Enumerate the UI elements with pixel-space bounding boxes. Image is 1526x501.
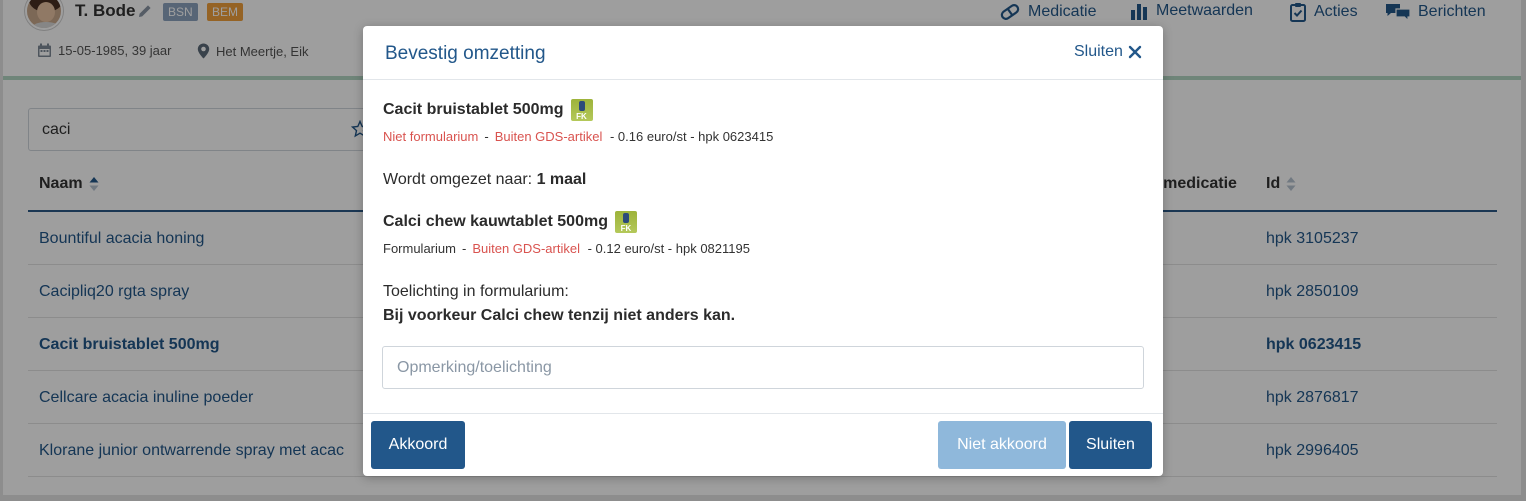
to-gds-status: Buiten GDS-artikel xyxy=(472,241,580,256)
close-button[interactable]: Sluiten xyxy=(1069,421,1152,469)
to-formulary-status: Formularium xyxy=(383,241,456,256)
dialog-close-label: Sluiten xyxy=(1074,43,1123,60)
fk-icon-label: FK xyxy=(620,224,632,233)
conversion-prefix: Wordt omgezet naar: xyxy=(383,171,533,188)
from-product-name: Cacit bruistablet 500mg xyxy=(383,101,564,118)
confirm-conversion-dialog: Bevestig omzetting Sluiten Cacit bruista… xyxy=(363,26,1163,476)
dialog-title: Bevestig omzetting xyxy=(385,43,546,64)
from-formulary-status: Niet formularium xyxy=(383,129,479,144)
from-product-meta: Niet formularium - Buiten GDS-artikel - 0.… xyxy=(383,129,774,144)
to-product-meta: Formularium - Buiten GDS-artikel - 0.12 eu… xyxy=(383,241,750,256)
from-gds-status: Buiten GDS-artikel xyxy=(494,129,603,144)
to-product: Calci chew kauwtablet 500mg FK xyxy=(383,211,637,233)
close-icon xyxy=(1128,45,1142,59)
explanation-label: Toelichting in formularium: xyxy=(383,283,569,300)
from-price: - 0.16 euro/st - hpk 0623415 xyxy=(609,129,774,144)
remark-input[interactable] xyxy=(382,346,1144,389)
reject-button[interactable]: Niet akkoord xyxy=(938,421,1066,469)
conversion-value: 1 maal xyxy=(536,171,587,188)
dialog-header: Bevestig omzetting Sluiten xyxy=(363,26,1163,80)
from-product: Cacit bruistablet 500mg FK xyxy=(383,99,593,121)
fk-icon[interactable]: FK xyxy=(570,99,593,121)
conversion-info: Wordt omgezet naar: 1 maal xyxy=(383,171,586,189)
fk-icon-label: FK xyxy=(576,112,587,121)
dialog-close-button[interactable]: Sluiten xyxy=(1074,43,1142,61)
fk-icon[interactable]: FK xyxy=(614,211,637,233)
dialog-footer: Akkoord Niet akkoord Sluiten xyxy=(363,413,1163,476)
accept-button[interactable]: Akkoord xyxy=(371,421,465,469)
explanation-text: Bij voorkeur Calci chew tenzij niet ande… xyxy=(383,307,736,324)
to-price: - 0.12 euro/st - hpk 0821195 xyxy=(587,241,750,256)
to-product-name: Calci chew kauwtablet 500mg xyxy=(383,213,608,230)
